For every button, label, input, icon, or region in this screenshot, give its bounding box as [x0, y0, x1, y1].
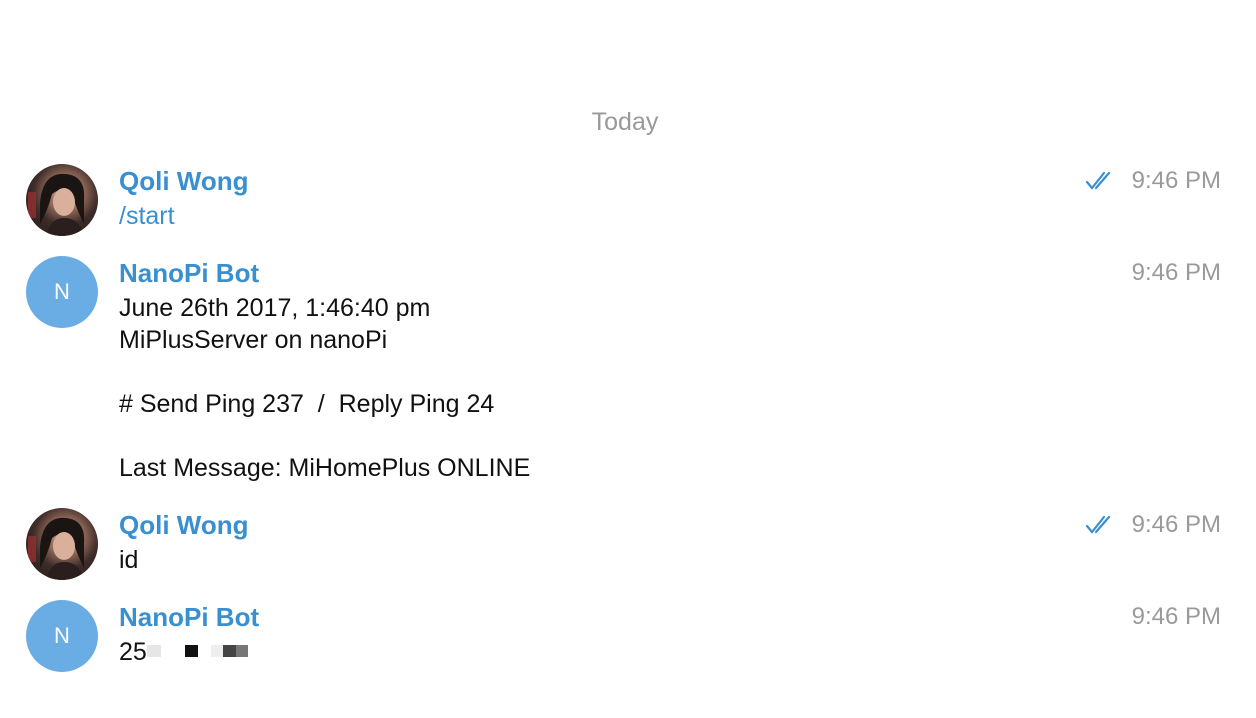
message-time: 9:46 PM [1131, 511, 1221, 538]
message-item[interactable]: N NanoPi Bot 25 9:46 PM [0, 600, 1256, 672]
sender-name[interactable]: Qoli Wong [119, 165, 249, 197]
message-text: 25 [119, 638, 147, 666]
redacted-block [146, 638, 248, 666]
user-avatar[interactable] [26, 508, 98, 580]
double-check-icon [1085, 171, 1111, 190]
message-time: 9:46 PM [1131, 259, 1221, 286]
avatar-photo-icon [28, 517, 85, 580]
date-separator: Today [591, 108, 659, 136]
sender-name[interactable]: Qoli Wong [119, 509, 249, 541]
message-time: 9:46 PM [1131, 167, 1221, 194]
bot-avatar[interactable]: N [26, 600, 98, 672]
avatar-initial: N [54, 623, 70, 648]
message-text[interactable]: /start [119, 200, 175, 232]
avatar-photo-icon [28, 173, 85, 236]
message-text[interactable]: id [119, 544, 138, 576]
sender-name[interactable]: NanoPi Bot [119, 601, 259, 633]
message-text[interactable]: June 26th 2017, 1:46:40 pm MiPlusServer … [119, 292, 530, 484]
message-time: 9:46 PM [1131, 603, 1221, 630]
avatar-initial: N [54, 279, 70, 304]
user-avatar[interactable] [26, 164, 98, 236]
message-item[interactable]: Qoli Wong /start 9:46 PM [0, 164, 1256, 236]
double-check-icon [1085, 515, 1111, 534]
bot-avatar[interactable]: N [26, 256, 98, 328]
message-item[interactable]: Qoli Wong id 9:46 PM [0, 508, 1256, 580]
message-text-wrapper[interactable]: 25 [119, 636, 248, 668]
sender-name[interactable]: NanoPi Bot [119, 257, 259, 289]
message-item[interactable]: N NanoPi Bot June 26th 2017, 1:46:40 pm … [0, 256, 1256, 486]
chat-history: Today Qoli Wong /start 9:46 PM N NanoPi … [0, 0, 1256, 718]
